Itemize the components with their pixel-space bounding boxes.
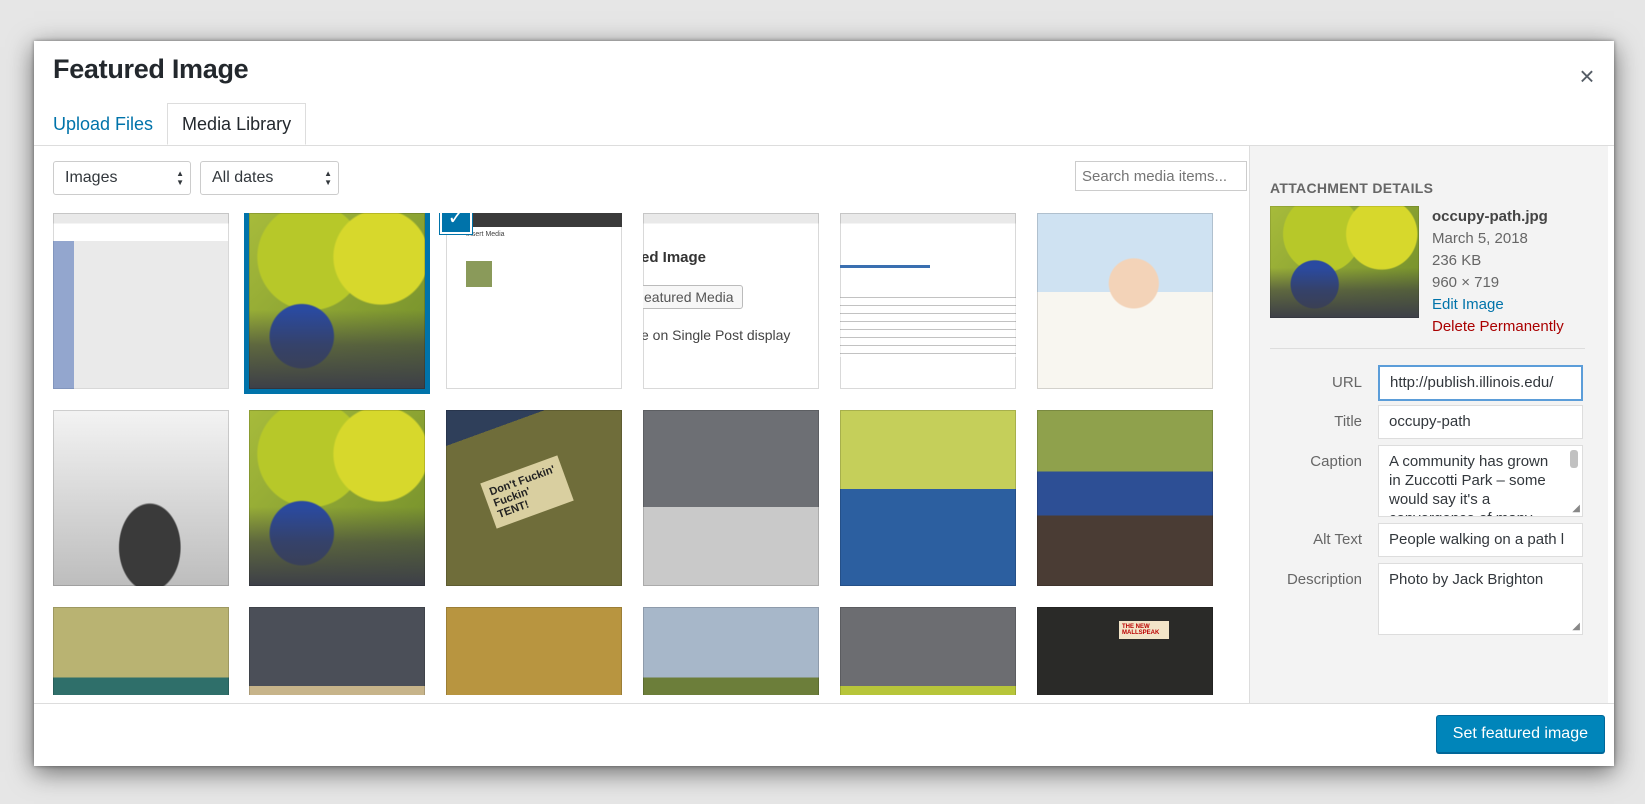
attachment-thumb[interactable] — [446, 607, 622, 695]
edit-image-link[interactable]: Edit Image — [1432, 294, 1564, 316]
attachment-details-sidebar: ATTACHMENT DETAILS occupy-path.jpg March… — [1249, 146, 1608, 704]
title-field[interactable]: occupy-path — [1378, 405, 1583, 439]
description-field[interactable]: Photo by Jack Brighton ◢ — [1378, 563, 1583, 635]
description-text: Photo by Jack Brighton — [1389, 571, 1544, 588]
attachment-thumb[interactable]: ed Image eatured Media e on Single Post … — [643, 213, 819, 389]
media-type-filter-value: Images — [65, 169, 118, 186]
tab-bar: Upload Files Media Library — [53, 103, 307, 145]
media-type-filter[interactable]: Images ▲ ▼ — [53, 161, 191, 195]
alt-text-label: Alt Text — [1313, 531, 1362, 548]
details-date: March 5, 2018 — [1432, 230, 1528, 247]
attachment-thumb[interactable] — [643, 607, 819, 695]
details-filename: occupy-path.jpg — [1432, 208, 1548, 225]
set-featured-image-button[interactable]: Set featured image — [1435, 715, 1605, 753]
attachment-thumb[interactable] — [53, 410, 229, 586]
screenshot-button: eatured Media — [643, 285, 743, 309]
attachment-thumb[interactable]: Don't Fuckin' Fuckin' TENT! — [446, 410, 622, 586]
thumbnail-image — [53, 241, 229, 389]
attachment-thumb[interactable] — [840, 410, 1016, 586]
attachments-grid: ✓ Insert Media ed Image eatured Media e … — [53, 213, 1266, 695]
description-label: Description — [1286, 571, 1362, 588]
attachment-thumb[interactable] — [1037, 213, 1213, 389]
attachment-thumb[interactable] — [53, 607, 229, 695]
details-thumbnail — [1270, 206, 1419, 318]
checkmark-icon[interactable]: ✓ — [440, 213, 472, 234]
modal-title: Featured Image — [53, 54, 249, 84]
attachment-thumb-selected[interactable] — [244, 213, 430, 394]
screenshot-text: ed Image — [643, 249, 707, 266]
attachment-thumb[interactable] — [643, 410, 819, 586]
date-filter-value: All dates — [212, 169, 274, 186]
modal-footer: Set featured image — [34, 703, 1614, 766]
caption-label: Caption — [1310, 453, 1362, 470]
attachment-thumb[interactable] — [840, 607, 1016, 695]
resize-handle-icon[interactable]: ◢ — [1572, 622, 1580, 632]
delete-permanently-link[interactable]: Delete Permanently — [1432, 316, 1564, 338]
details-size: 236 KB — [1432, 252, 1482, 269]
url-label: URL — [1331, 374, 1362, 391]
date-filter[interactable]: All dates ▲ ▼ — [200, 161, 339, 195]
screenshot-text-lines — [840, 297, 1016, 357]
alt-text-field[interactable]: People walking on a path l — [1378, 523, 1583, 557]
caption-text: A community has grown in Zuccotti Park –… — [1389, 453, 1549, 516]
title-label: Title — [1334, 413, 1362, 430]
screenshot-text: e on Single Post display — [643, 327, 791, 343]
tent-sign: Don't Fuckin' Fuckin' TENT! — [480, 455, 574, 529]
select-arrows-icon: ▲ ▼ — [324, 169, 332, 187]
search-input[interactable] — [1075, 161, 1247, 191]
attachment-thumb[interactable]: THE NEW MALLSPEAK — [1037, 607, 1213, 695]
screenshot-header — [446, 213, 622, 227]
media-modal: Featured Image × Upload Files Media Libr… — [34, 41, 1614, 766]
caption-field[interactable]: A community has grown in Zuccotti Park –… — [1378, 445, 1583, 517]
media-toolbar: Images ▲ ▼ All dates ▲ ▼ — [53, 161, 1266, 197]
details-meta: occupy-path.jpg March 5, 2018 236 KB 960… — [1432, 206, 1564, 338]
screenshot-mini-thumb — [466, 261, 492, 287]
caption-scrollbar[interactable] — [1570, 450, 1578, 468]
close-icon[interactable]: × — [1572, 61, 1602, 91]
url-field[interactable]: http://publish.illinois.edu/ — [1378, 365, 1583, 401]
attachment-thumb[interactable] — [1037, 410, 1213, 586]
details-divider — [1270, 348, 1585, 349]
attachment-thumb[interactable] — [840, 213, 1016, 389]
screenshot-url-bar — [840, 265, 930, 268]
attachment-thumb[interactable] — [249, 607, 425, 695]
book-cover: THE NEW MALLSPEAK — [1119, 621, 1169, 639]
details-heading: ATTACHMENT DETAILS — [1270, 180, 1434, 196]
select-arrows-icon: ▲ ▼ — [176, 169, 184, 187]
attachment-thumb[interactable] — [249, 410, 425, 586]
details-dimensions: 960 × 719 — [1432, 274, 1500, 291]
attachment-thumb[interactable]: Insert Media — [446, 213, 622, 389]
details-content: ATTACHMENT DETAILS occupy-path.jpg March… — [1270, 146, 1600, 704]
tab-upload-files[interactable]: Upload Files — [53, 103, 167, 145]
resize-handle-icon[interactable]: ◢ — [1572, 504, 1580, 514]
tab-media-library[interactable]: Media Library — [167, 103, 307, 145]
attachment-thumb[interactable] — [53, 213, 229, 389]
